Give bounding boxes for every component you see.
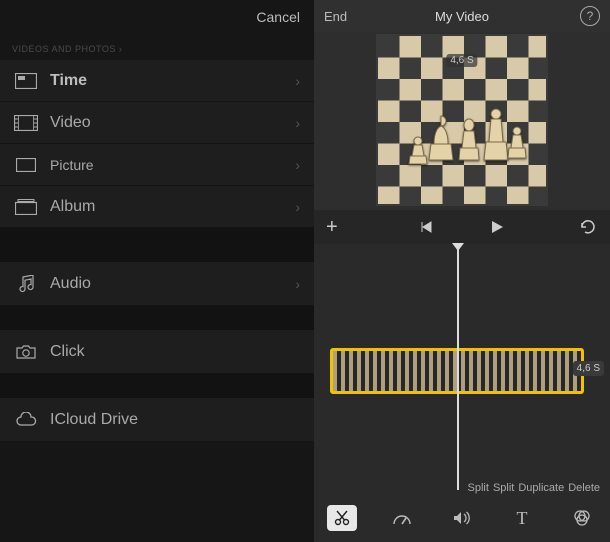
tool-speed[interactable]: [387, 505, 417, 531]
action-split[interactable]: Split: [468, 482, 489, 494]
action-split-2[interactable]: Split: [493, 482, 514, 494]
chevron-right-icon: ›: [295, 73, 300, 89]
action-delete[interactable]: Delete: [568, 482, 600, 494]
undo-button[interactable]: [578, 219, 598, 235]
camera-icon: [12, 341, 40, 363]
chevron-right-icon: ›: [295, 157, 300, 173]
preview-duration-badge: 4,6 S: [446, 54, 477, 67]
cloud-icon: [12, 409, 40, 431]
section-header-videos-photos: VIDEOS AND PHOTOS ›: [0, 34, 314, 60]
menu-label: Audio: [40, 275, 295, 293]
menu-item-camera[interactable]: Click: [0, 330, 314, 374]
help-icon[interactable]: ?: [580, 6, 600, 26]
menu-item-video[interactable]: Video ›: [0, 102, 314, 144]
done-button[interactable]: End: [324, 9, 347, 24]
video-icon: [12, 112, 40, 134]
menu-label: ICloud Drive: [40, 411, 300, 429]
menu-label: Click: [40, 343, 300, 361]
add-media-button[interactable]: +: [326, 216, 338, 239]
moments-icon: [12, 70, 40, 92]
tool-text[interactable]: T: [507, 505, 537, 531]
menu-label: Album: [40, 198, 295, 216]
menu-item-icloud[interactable]: ICloud Drive: [0, 398, 314, 442]
menu-item-audio[interactable]: Audio ›: [0, 262, 314, 306]
playhead[interactable]: [457, 244, 459, 490]
clip-duration-badge: 4,6 S: [573, 361, 604, 376]
spacer: [0, 228, 314, 262]
tool-volume[interactable]: [447, 505, 477, 531]
album-icon: [12, 196, 40, 218]
menu-label: Time: [40, 72, 295, 90]
tool-scissors[interactable]: [327, 505, 357, 531]
video-editor-panel: End My Video ? 4,6 S +: [314, 0, 610, 542]
spacer: [0, 374, 314, 398]
timeline-controls: +: [314, 210, 610, 244]
chevron-right-icon: ›: [295, 276, 300, 292]
spacer: [0, 306, 314, 330]
chevron-right-icon: ›: [295, 115, 300, 131]
menu-label: Video: [40, 114, 295, 132]
photo-icon: [12, 154, 40, 176]
clip-toolbar: T: [314, 500, 610, 536]
editor-top-bar: End My Video ?: [314, 0, 610, 32]
menu-item-time[interactable]: Time ›: [0, 60, 314, 102]
play-button[interactable]: [489, 219, 505, 235]
chevron-right-icon: ›: [295, 199, 300, 215]
video-preview[interactable]: 4,6 S: [314, 32, 610, 210]
action-duplicate[interactable]: Duplicate: [518, 482, 564, 494]
tool-filter[interactable]: [567, 505, 597, 531]
menu-item-picture[interactable]: Picture ›: [0, 144, 314, 186]
timeline[interactable]: 4,6 S Split Split Duplicate Delete T: [314, 244, 610, 542]
menu-item-album[interactable]: Album ›: [0, 186, 314, 228]
edit-actions: Split Split Duplicate Delete: [468, 482, 600, 494]
project-title[interactable]: My Video: [435, 9, 489, 24]
music-note-icon: [12, 273, 40, 295]
cancel-button[interactable]: Cancel: [256, 9, 300, 25]
previous-frame-button[interactable]: [419, 220, 433, 234]
menu-label: Picture: [40, 157, 295, 173]
media-browser-panel: Cancel VIDEOS AND PHOTOS › Time › Video …: [0, 0, 314, 542]
